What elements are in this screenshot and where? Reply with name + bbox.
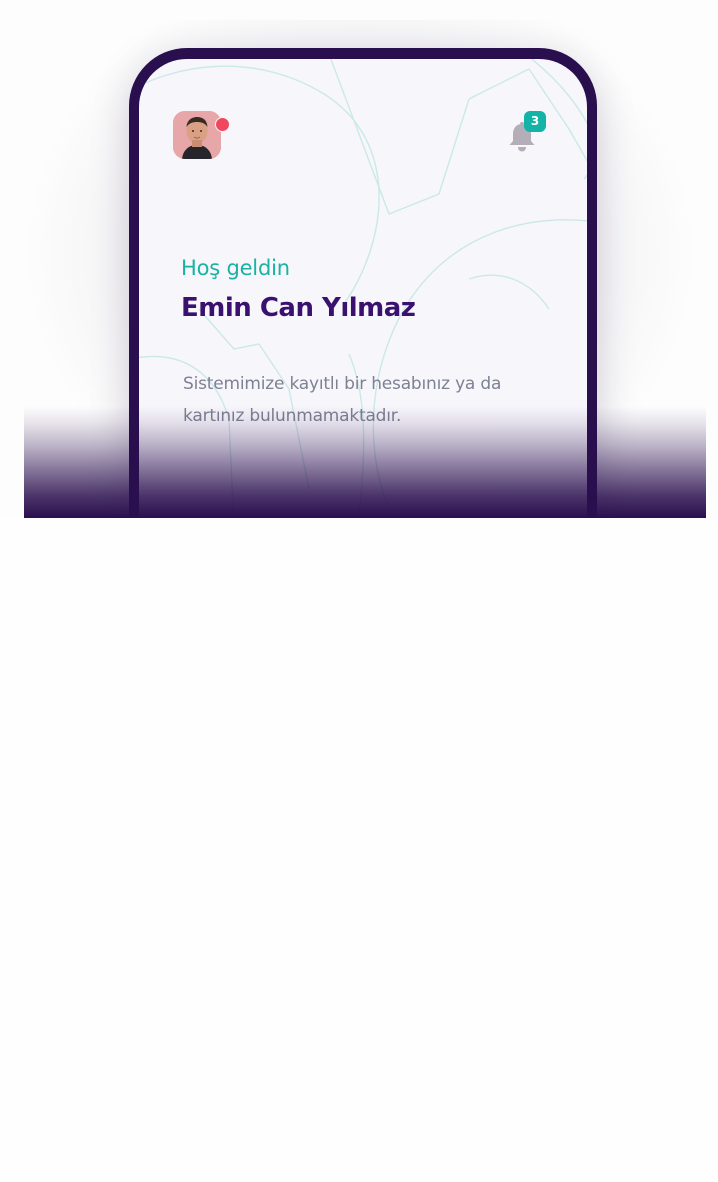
- user-name: Emin Can Yılmaz: [181, 293, 416, 323]
- bottom-fade-overlay: [24, 406, 706, 518]
- avatar[interactable]: [173, 111, 221, 159]
- greeting-text: Hoş geldin: [181, 256, 290, 280]
- avatar-image-icon: [173, 111, 221, 159]
- notification-badge: 3: [524, 111, 546, 132]
- app-stage: 3 Hoş geldin Emin Can Yılmaz Sistemimize…: [0, 0, 718, 1182]
- lower-blank-area: [0, 518, 718, 1182]
- online-status-dot: [215, 117, 230, 132]
